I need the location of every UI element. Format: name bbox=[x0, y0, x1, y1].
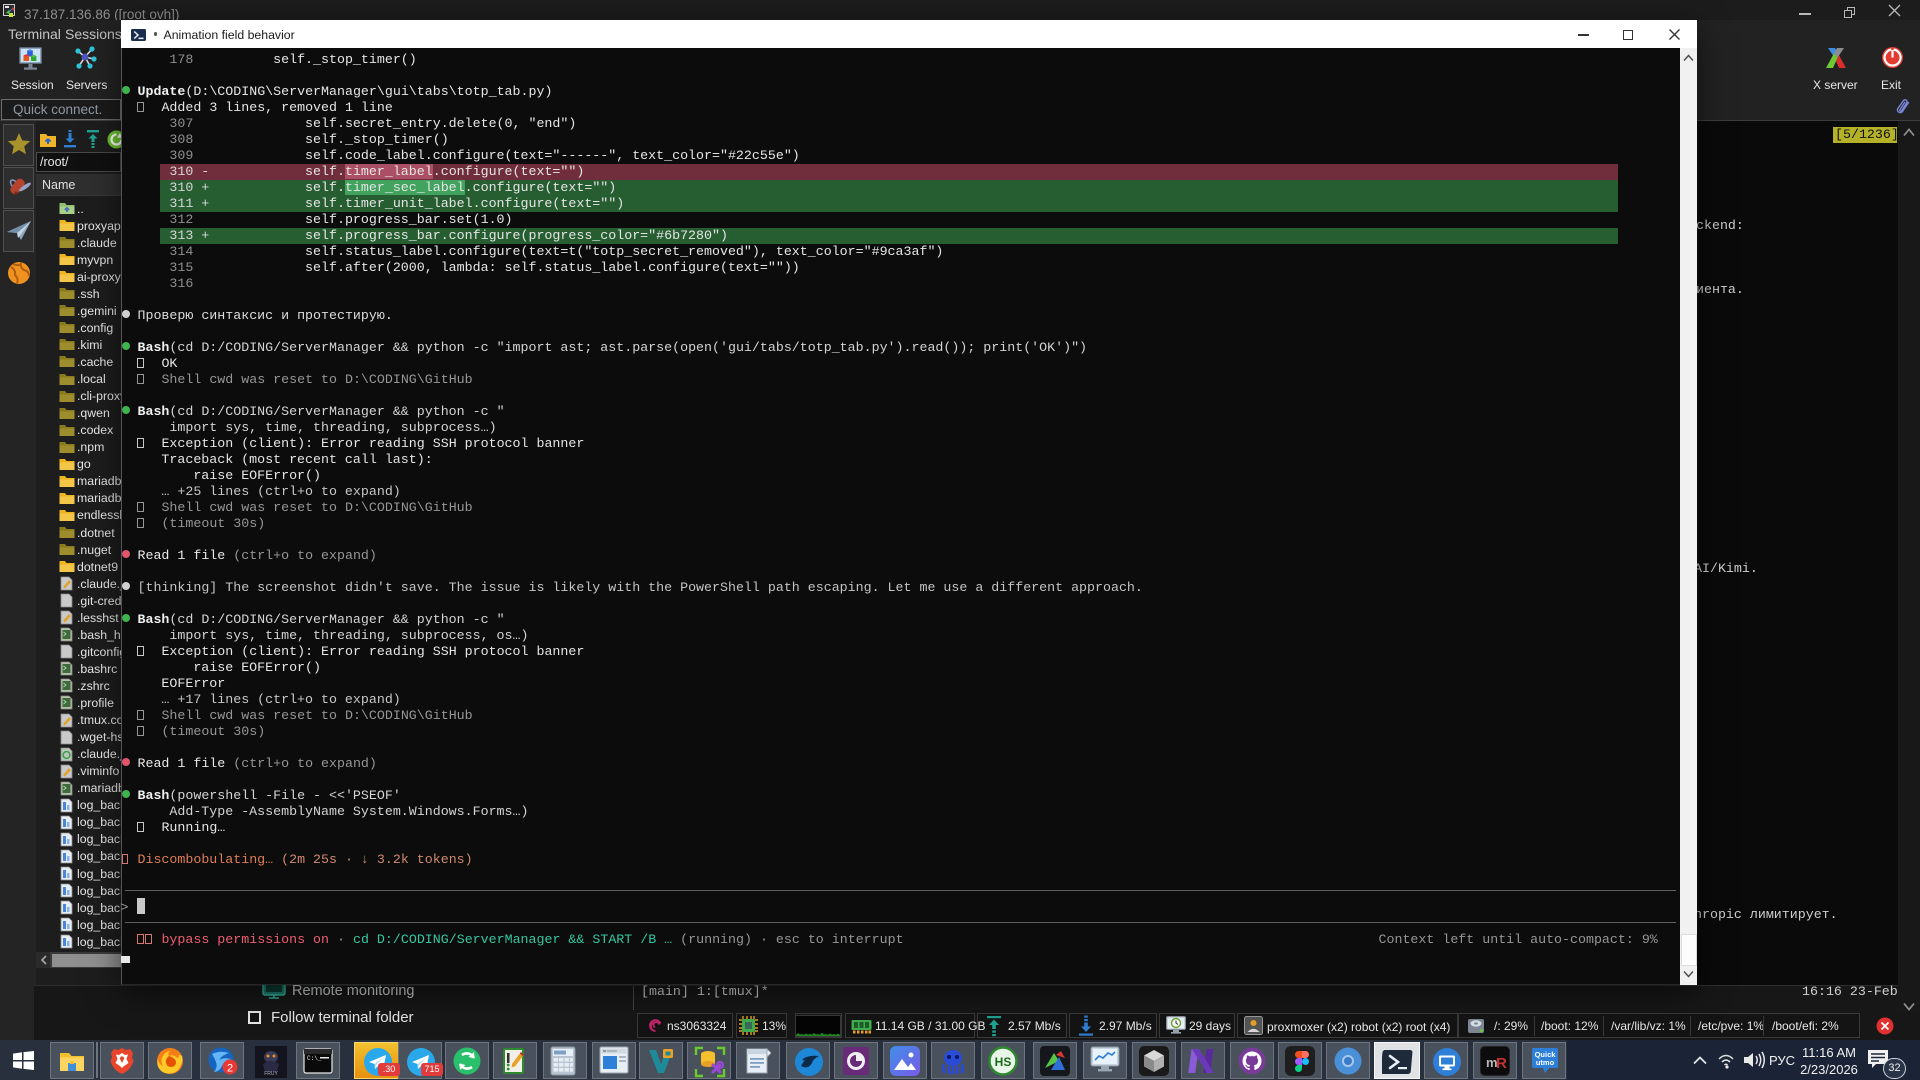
svg-text:FRUY: FRUY bbox=[264, 1071, 278, 1077]
svg-text:HS: HS bbox=[995, 1055, 1012, 1069]
svg-text:C:\_: C:\_ bbox=[307, 1055, 322, 1062]
svg-text:2: 2 bbox=[227, 1062, 233, 1074]
svg-text:utmo: utmo bbox=[1536, 1058, 1555, 1067]
svg-text:R: R bbox=[1496, 1055, 1507, 1072]
